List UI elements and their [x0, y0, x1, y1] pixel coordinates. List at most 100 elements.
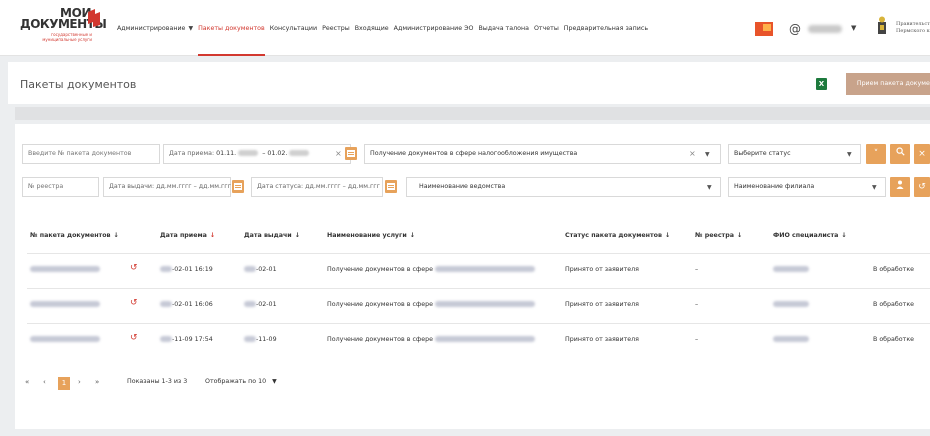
receive-package-button[interactable]: Прием пакета документов: [846, 73, 930, 95]
col-receive-date[interactable]: Дата приема ↓: [160, 232, 215, 239]
col-registry-number[interactable]: № реестра ↓: [695, 232, 742, 239]
title-bar: Пакеты документов X Прием пакета докумен…: [8, 62, 930, 104]
nav-document-packages-label: Пакеты документов: [198, 24, 265, 32]
user-name-redacted[interactable]: [808, 25, 842, 33]
nav-consultations-label: Консультации: [269, 24, 318, 32]
status-select-placeholder: Выберите статус: [734, 150, 791, 157]
nav-registries-label: Реестры: [322, 24, 350, 32]
package-number-input[interactable]: [22, 144, 160, 164]
nav-incoming[interactable]: Входящие: [355, 0, 389, 56]
nav-ticket-issue-label: Выдача талона: [478, 24, 529, 32]
cell-registry: –: [695, 336, 699, 343]
status-date-placeholder: дд.мм.гггг – дд.мм.ггг: [305, 183, 380, 190]
nav-ticket-issue[interactable]: Выдача талона: [478, 0, 528, 56]
clear-icon[interactable]: ×: [689, 145, 696, 163]
logo-mark-icon: [88, 9, 100, 27]
registry-number-input[interactable]: [22, 177, 99, 197]
notification-icon[interactable]: [755, 22, 773, 36]
col-specialist[interactable]: ФИО специалиста ↓: [773, 232, 847, 239]
user-filter-button[interactable]: [890, 177, 910, 197]
chevron-down-icon: ▼: [705, 151, 710, 158]
receive-date-to: – 01.02.: [262, 150, 288, 157]
history-icon[interactable]: ↺: [130, 263, 138, 273]
sort-arrow-icon: ↓: [736, 232, 743, 239]
page-next-button[interactable]: ›: [78, 378, 81, 386]
col-service-name[interactable]: Наименование услуги ↓: [327, 232, 415, 239]
clear-icon[interactable]: ×: [335, 145, 342, 163]
receive-date-text: -02-01 16:19: [172, 266, 213, 273]
service-select[interactable]: Получение документов в сфере налогооблож…: [364, 144, 721, 164]
app-page: МОИ ДОКУМЕНТЫ государственные и муниципа…: [0, 0, 930, 436]
history-icon[interactable]: ↺: [130, 298, 138, 308]
table-divider: [27, 253, 930, 254]
package-number-redacted[interactable]: [30, 336, 100, 343]
nav-consultations[interactable]: Консультации: [270, 0, 317, 56]
col-registry-number-label: № реестра: [695, 232, 734, 239]
calendar-icon[interactable]: [345, 147, 357, 160]
receive-date-range[interactable]: Дата приема: 01.11. – 01.02. ×: [163, 144, 351, 164]
coat-of-arms-icon: [878, 16, 886, 34]
issue-date-text: -11-09: [256, 336, 277, 343]
status-date-range[interactable]: Дата статуса: дд.мм.гггг – дд.мм.ггг: [251, 177, 383, 197]
search-icon: [895, 147, 905, 156]
nav-administration-eo-label: Администрирование ЭО: [393, 24, 474, 32]
at-icon[interactable]: @: [789, 22, 801, 36]
package-number-field[interactable]: [28, 150, 159, 157]
cell-service-name: Получение документов в сфере: [327, 266, 536, 273]
reset-filters-button[interactable]: ×: [914, 144, 930, 164]
history-filter-button[interactable]: ↺: [914, 177, 930, 197]
col-package-number[interactable]: № пакета документов ↓: [30, 232, 119, 239]
package-number-redacted[interactable]: [30, 301, 100, 308]
chevron-down-icon: ▼: [707, 184, 712, 191]
col-issue-date[interactable]: Дата выдачи ↓: [244, 232, 300, 239]
page-first-button[interactable]: «: [25, 378, 29, 386]
receive-date-text: -11-09 17:54: [172, 336, 213, 343]
cell-processing-state: В обработке: [873, 336, 914, 343]
calendar-icon[interactable]: [232, 180, 244, 193]
service-name-text: Получение документов в сфере: [327, 301, 434, 308]
history-icon[interactable]: ↺: [130, 333, 138, 343]
branch-select-placeholder: Наименование филиала: [734, 183, 815, 190]
cell-status: Принято от заявителя: [565, 336, 639, 343]
logo[interactable]: МОИ ДОКУМЕНТЫ государственные и муниципа…: [20, 6, 107, 50]
page-last-button[interactable]: »: [95, 378, 99, 386]
page-prev-button[interactable]: ‹: [43, 378, 46, 386]
cell-issue-date: -11-09: [244, 336, 277, 343]
excel-export-icon[interactable]: X: [816, 78, 827, 90]
nav-document-packages[interactable]: Пакеты документов: [198, 0, 265, 56]
page-current-button[interactable]: 1: [58, 377, 70, 390]
nav-administration-eo[interactable]: Администрирование ЭО: [394, 0, 474, 56]
chevron-down-icon: ▼: [847, 151, 852, 158]
nav-reports[interactable]: Отчеты: [534, 0, 559, 56]
col-receive-date-label: Дата приема: [160, 232, 207, 239]
package-number-redacted[interactable]: [30, 266, 100, 273]
specialist-redacted: [773, 301, 809, 308]
nav-pre-registration[interactable]: Предварительная запись: [564, 0, 648, 56]
issue-date-text: -02-01: [256, 266, 277, 273]
service-name-text: Получение документов в сфере: [327, 266, 434, 273]
government-label-line2: Пермского к: [896, 28, 930, 34]
user-icon: [896, 180, 904, 189]
cell-processing-state: В обработке: [873, 266, 914, 273]
collapse-filters-button[interactable]: ˅: [866, 144, 886, 164]
per-page-select[interactable]: Отображать по 10 ▼: [205, 378, 277, 385]
col-issue-date-label: Дата выдачи: [244, 232, 292, 239]
calendar-icon[interactable]: [385, 180, 397, 193]
table-divider: [27, 323, 930, 324]
sort-arrow-icon: ↓: [209, 232, 216, 239]
cell-status: Принято от заявителя: [565, 266, 639, 273]
status-select[interactable]: Выберите статус ▼: [728, 144, 861, 164]
department-select[interactable]: Наименование ведомства ▼: [406, 177, 721, 197]
receive-date-text: -02-01 16:06: [172, 301, 213, 308]
cell-registry: –: [695, 266, 699, 273]
user-caret-down-icon[interactable]: ▼: [851, 24, 856, 32]
per-page-label: Отображать по 10: [205, 378, 267, 385]
nav-administration[interactable]: Администрирование ▼: [117, 0, 193, 56]
col-package-status[interactable]: Статус пакета документов ↓: [565, 232, 670, 239]
search-button[interactable]: [890, 144, 910, 164]
branch-select[interactable]: Наименование филиала ▼: [728, 177, 886, 197]
issue-date-range[interactable]: Дата выдачи: дд.мм.гггг – дд.мм.ггг: [103, 177, 231, 197]
cell-status: Принято от заявителя: [565, 301, 639, 308]
registry-number-field[interactable]: [28, 183, 98, 190]
nav-registries[interactable]: Реестры: [322, 0, 350, 56]
